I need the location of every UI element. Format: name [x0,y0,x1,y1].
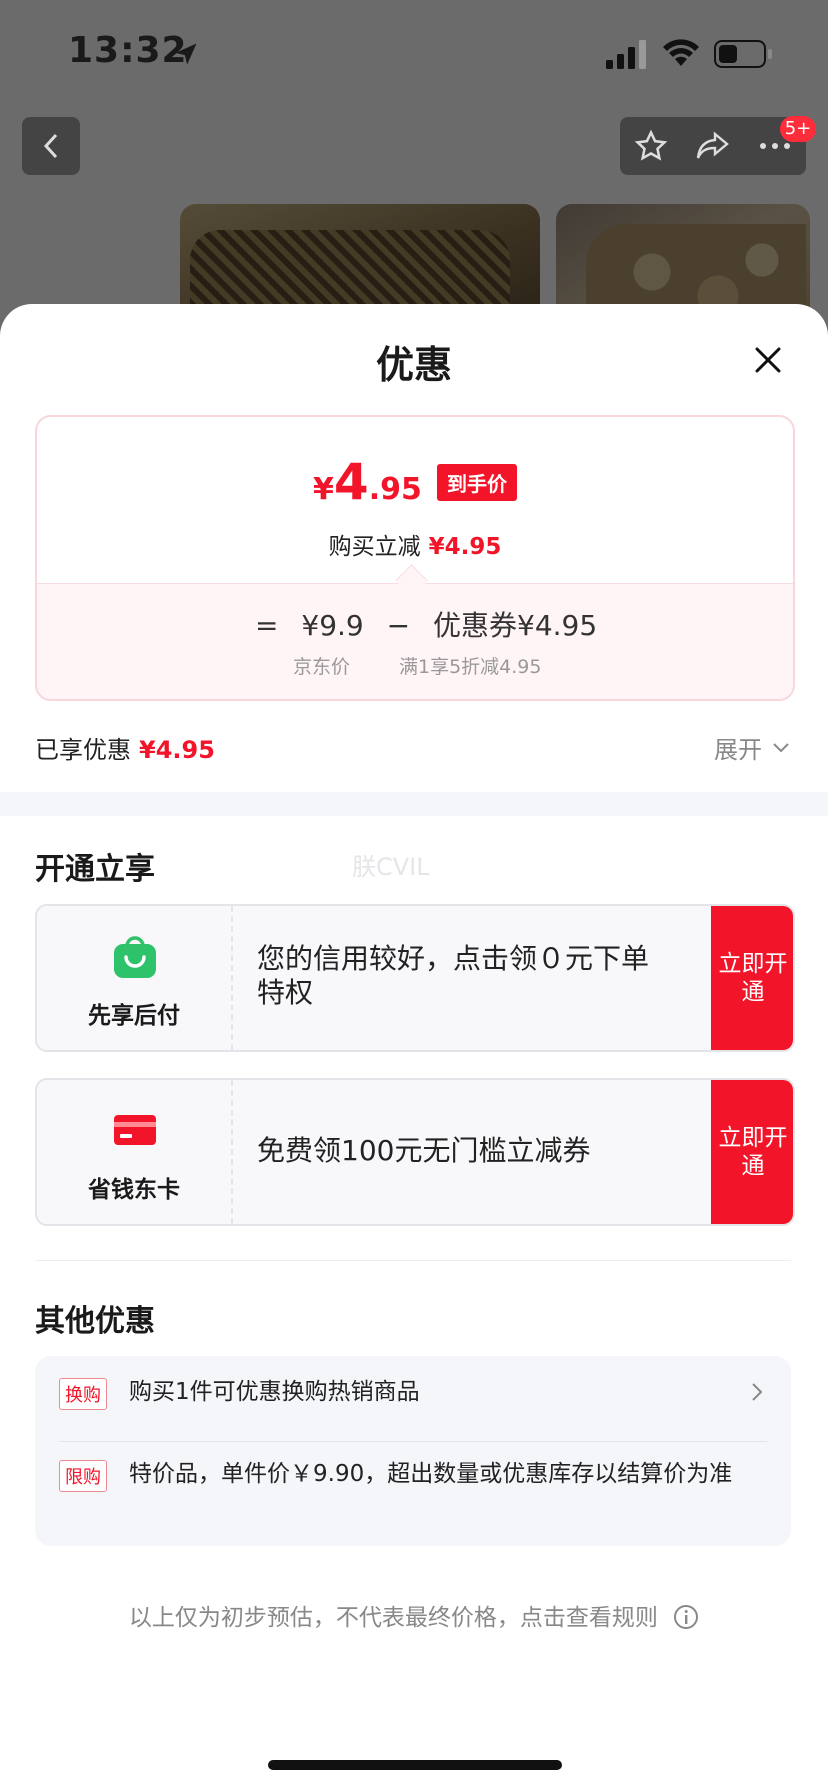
offer-card-saving-card[interactable]: 省钱东卡 免费领100元无门槛立减券 立即开通 [35,1078,795,1226]
price-breakdown: = ¥9.9 − 优惠券¥4.95 京东价 满1享5折减4.95 [37,583,793,699]
notification-badge: 5+ [780,116,816,142]
expand-button[interactable]: 展开 [714,730,790,765]
offer-text: 您的信用较好，点击领０元下单特权 [257,942,650,1009]
home-indicator [268,1760,562,1770]
chevron-down-icon [773,742,789,752]
battery-icon [714,40,772,68]
list-item-text: 购买1件可优惠换购热销商品 [129,1379,420,1405]
divider [35,1260,791,1261]
price-card: ¥4.95 到手价 购买立减 ¥4.95 = ¥9.9 − 优惠券¥4.95 京东… [35,415,795,701]
more-icon[interactable] [758,141,792,151]
open-section-title: 开通立享 [35,852,155,887]
limit-tag: 限购 [59,1460,107,1492]
chevron-right-icon [752,1383,763,1401]
final-price: ¥4.95 到手价 [37,453,793,511]
close-icon[interactable] [748,340,788,380]
shopping-bag-icon [114,936,156,978]
offer-label: 先享后付 [88,1003,180,1029]
instant-discount: 购买立减 ¥4.95 [328,534,502,560]
section-separator [0,792,828,816]
open-now-button[interactable]: 立即开通 [711,906,793,1050]
status-bar: 13:32 [0,0,828,110]
sheet-title: 优惠 [375,343,452,387]
location-arrow-icon [175,43,197,65]
other-section-title: 其他优惠 [35,1304,155,1339]
status-time: 13:32 [68,30,188,71]
info-icon [674,1605,699,1629]
exchange-tag: 换购 [59,1378,107,1410]
wifi-icon [663,39,699,66]
final-price-tag: 到手价 [436,464,517,501]
list-item-exchange[interactable]: 换购 购买1件可优惠换购热销商品 [59,1378,767,1418]
card-icon [114,1115,156,1145]
offer-label: 省钱东卡 [88,1177,180,1203]
open-now-button[interactable]: 立即开通 [711,1080,793,1224]
signal-icon [606,40,646,69]
list-item-limit: 限购 特价品，单件价￥9.90，超出数量或优惠库存以结算价为准 [59,1460,767,1530]
star-icon[interactable] [634,129,668,163]
list-item-text: 特价品，单件价￥9.90，超出数量或优惠库存以结算价为准 [129,1461,733,1487]
coupon-desc: 满1享5折减4.95 [399,656,542,678]
watermark: 朕CVIL [352,853,430,881]
nav-actions [620,117,806,175]
discount-sheet: 优惠 ¥4.95 到手价 购买立减 ¥4.95 = ¥9.9 − 优惠券¥4.95… [0,304,828,1792]
enjoyed-discount: 已享优惠 ¥4.95 [35,736,215,764]
other-offers-list: 换购 购买1件可优惠换购热销商品 限购 特价品，单件价￥9.90，超出数量或优惠… [35,1356,791,1546]
offer-card-pay-later[interactable]: 先享后付 您的信用较好，点击领０元下单特权 立即开通 [35,904,795,1052]
share-icon[interactable] [695,130,731,162]
jd-price-label: 京东价 [293,656,351,678]
price-formula: = ¥9.9 − 优惠券¥4.95 [255,609,598,642]
offer-text: 免费领100元无门槛立减券 [257,1134,591,1167]
chevron-left-icon [43,133,58,159]
row-divider [59,1441,767,1442]
back-button[interactable] [22,117,80,175]
rules-note[interactable]: 以上仅为初步预估，不代表最终价格，点击查看规则 [0,1598,828,1632]
